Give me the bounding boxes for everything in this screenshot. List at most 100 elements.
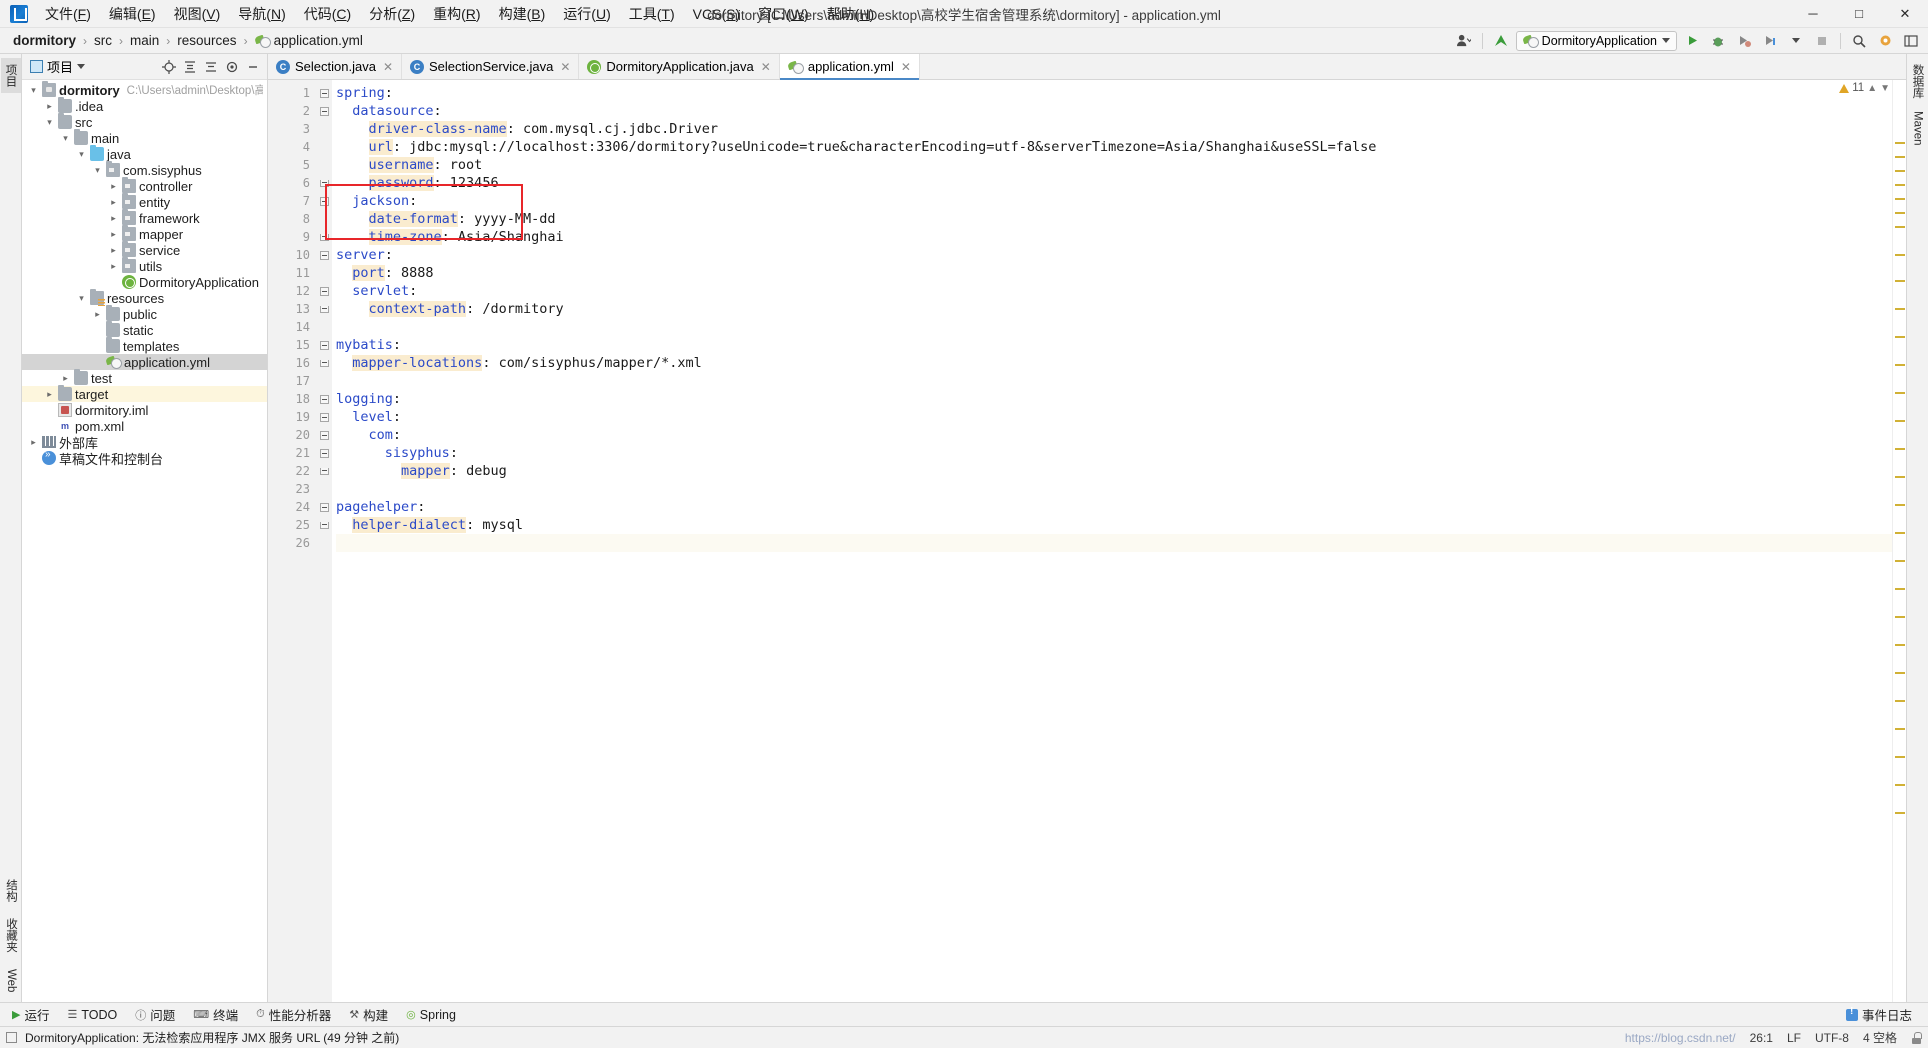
stop-button[interactable]	[1811, 31, 1833, 51]
locate-icon[interactable]	[159, 57, 179, 77]
breadcrumb-item-1[interactable]: src	[89, 32, 117, 49]
gear-icon[interactable]	[1874, 31, 1896, 51]
fold-end-icon[interactable]	[319, 233, 329, 241]
fold-marker[interactable]	[316, 516, 332, 534]
more-run-options-icon[interactable]	[1785, 31, 1807, 51]
breadcrumb-item-3[interactable]: resources	[172, 32, 241, 49]
indent-setting[interactable]: 4 空格	[1863, 1029, 1897, 1046]
menu-item-0[interactable]: 文件(F)	[36, 1, 100, 27]
stripe-marker[interactable]	[1895, 226, 1905, 228]
tool-tab-favorites[interactable]: 收藏夹	[1, 912, 21, 959]
close-icon[interactable]: ✕	[560, 60, 570, 74]
tree-node-entity[interactable]: ▸ entity	[22, 193, 267, 210]
menu-item-9[interactable]: 工具(T)	[620, 1, 684, 27]
collapse-all-icon[interactable]	[201, 57, 221, 77]
status-toggle-icon[interactable]	[6, 1032, 17, 1043]
lock-icon[interactable]	[1911, 1031, 1922, 1044]
search-icon[interactable]	[1848, 31, 1870, 51]
tree-node-com-sisyphus[interactable]: ▾ com.sisyphus	[22, 161, 267, 178]
tree-node-utils[interactable]: ▸ utils	[22, 257, 267, 274]
stripe-marker[interactable]	[1895, 728, 1905, 730]
fold-marker[interactable]	[316, 174, 332, 192]
tool-window-spring[interactable]: ◎ Spring	[398, 1006, 464, 1024]
chevron-right-icon[interactable]: ▸	[60, 373, 71, 384]
menu-item-2[interactable]: 视图(V)	[165, 1, 230, 27]
tree-node-controller[interactable]: ▸ controller	[22, 177, 267, 194]
tool-window-play[interactable]: ▶ 运行	[4, 1003, 57, 1026]
collapse-icon[interactable]	[319, 286, 329, 296]
collapse-icon[interactable]	[319, 250, 329, 260]
fold-marker[interactable]	[316, 354, 332, 372]
tool-tab-project[interactable]: 项目	[0, 58, 21, 93]
tool-window-todo[interactable]: ☰ TODO	[59, 1006, 125, 1024]
tool-window-terminal[interactable]: ⌨ 终端	[185, 1003, 246, 1026]
collapse-icon[interactable]	[319, 430, 329, 440]
code-editor[interactable]: 1 2 3 4 5 6 7 8 9 10 11 12 13 14 15 16 17 18 19 20 21 22 23 24 2…	[268, 80, 1906, 1002]
tool-tab-web[interactable]: Web	[3, 963, 19, 998]
tree-node-templates[interactable]: templates	[22, 337, 267, 354]
tree-node-static[interactable]: static	[22, 321, 267, 338]
fold-end-icon[interactable]	[319, 305, 329, 313]
stripe-marker[interactable]	[1895, 142, 1905, 144]
tree-node-src[interactable]: ▾ src	[22, 113, 267, 130]
stripe-marker[interactable]	[1895, 184, 1905, 186]
stripe-marker[interactable]	[1895, 448, 1905, 450]
tree-node--idea[interactable]: ▸ .idea	[22, 97, 267, 114]
fold-marker[interactable]	[316, 462, 332, 480]
maximize-button[interactable]: □	[1836, 0, 1882, 28]
collapse-icon[interactable]	[319, 106, 329, 116]
chevron-right-icon[interactable]: ▸	[44, 389, 55, 400]
stripe-marker[interactable]	[1895, 616, 1905, 618]
tree-node-application-yml[interactable]: application.yml	[22, 354, 267, 370]
tool-tab-database[interactable]: 数据库	[1908, 58, 1928, 105]
chevron-right-icon[interactable]: ▸	[108, 197, 119, 208]
chevron-down-icon[interactable]: ▾	[76, 149, 87, 160]
stripe-marker[interactable]	[1895, 588, 1905, 590]
stripe-marker[interactable]	[1895, 212, 1905, 214]
collapse-icon[interactable]	[319, 394, 329, 404]
menu-item-12[interactable]: 帮助(H)	[818, 1, 883, 27]
chevron-down-icon[interactable]: ▾	[60, 133, 71, 144]
menu-item-10[interactable]: VCS(S)	[684, 3, 749, 25]
error-stripe-markers[interactable]	[1892, 80, 1906, 1002]
tool-window-build[interactable]: ⚒ 构建	[341, 1003, 396, 1026]
fold-marker[interactable]	[316, 300, 332, 318]
tool-window-profiler[interactable]: ⏱ 性能分析器	[248, 1003, 339, 1026]
tree-node-java[interactable]: ▾ java	[22, 145, 267, 162]
chevron-down-icon[interactable]: ▾	[92, 165, 103, 176]
chevron-right-icon[interactable]: ▸	[108, 213, 119, 224]
tree-node-target[interactable]: ▸ target	[22, 385, 267, 402]
editor-tab-selection-java[interactable]: C Selection.java ✕	[268, 54, 403, 79]
close-icon[interactable]: ✕	[383, 60, 393, 74]
tree-node-public[interactable]: ▸ public	[22, 305, 267, 322]
menu-item-1[interactable]: 编辑(E)	[100, 1, 165, 27]
stripe-marker[interactable]	[1895, 812, 1905, 814]
chevron-right-icon[interactable]: ▸	[92, 309, 103, 320]
chevron-right-icon[interactable]: ▸	[108, 261, 119, 272]
fold-marker[interactable]	[316, 102, 332, 120]
chevron-right-icon[interactable]: ▸	[108, 245, 119, 256]
editor-tab-dormitoryapplication-java[interactable]: DormitoryApplication.java ✕	[579, 54, 780, 79]
close-icon[interactable]: ✕	[901, 60, 911, 74]
fold-end-icon[interactable]	[319, 467, 329, 475]
tree-node-dormitoryapplication[interactable]: DormitoryApplication	[22, 274, 267, 290]
user-profile-icon[interactable]	[1453, 31, 1475, 51]
profiler-button[interactable]	[1759, 31, 1781, 51]
chevron-down-icon[interactable]: ▾	[76, 293, 87, 304]
stripe-marker[interactable]	[1895, 784, 1905, 786]
fold-marker[interactable]	[316, 426, 332, 444]
fold-marker[interactable]	[316, 336, 332, 354]
stripe-marker[interactable]	[1895, 504, 1905, 506]
stripe-marker[interactable]	[1895, 420, 1905, 422]
collapse-icon[interactable]	[319, 340, 329, 350]
tree-node-framework[interactable]: ▸ framework	[22, 209, 267, 226]
editor-tab-selectionservice-java[interactable]: C SelectionService.java ✕	[402, 54, 580, 79]
tree-node-dormitory[interactable]: ▾ dormitory C:\Users\admin\Desktop\高校学	[22, 81, 267, 98]
tree-node-test[interactable]: ▸ test	[22, 369, 267, 386]
fold-marker[interactable]	[316, 444, 332, 462]
stripe-marker[interactable]	[1895, 280, 1905, 282]
breadcrumb-item-4[interactable]: application.yml	[250, 32, 368, 49]
fold-end-icon[interactable]	[319, 179, 329, 187]
line-separator[interactable]: LF	[1787, 1031, 1801, 1045]
fold-marker[interactable]	[316, 228, 332, 246]
